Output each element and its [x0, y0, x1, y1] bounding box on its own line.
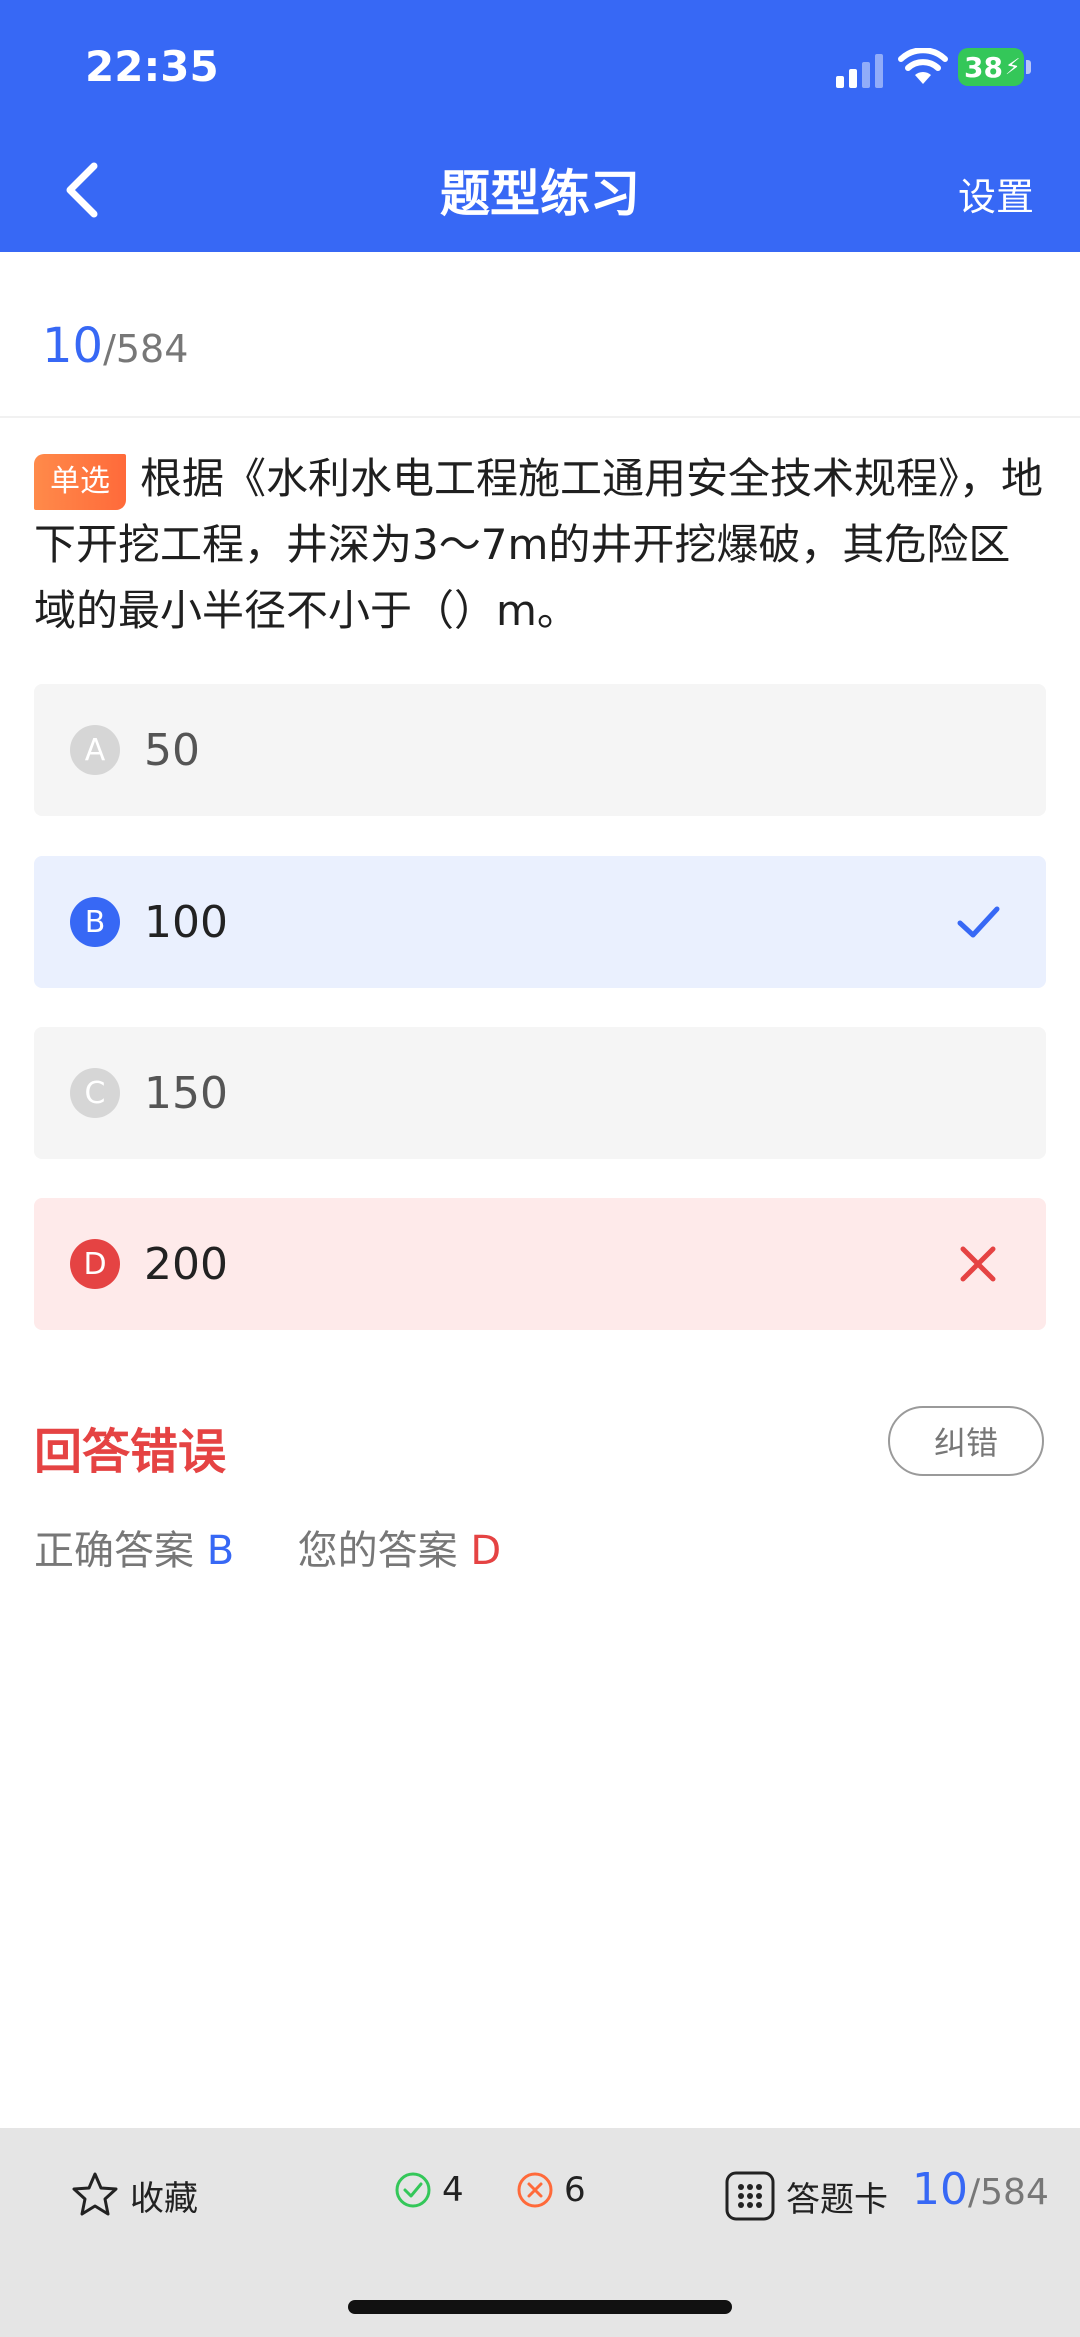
cellular-signal-icon — [836, 54, 883, 88]
result-title: 回答错误 — [34, 1424, 227, 1480]
battery-indicator: 38 ⚡ — [958, 48, 1024, 86]
option-letter-d: D — [70, 1239, 120, 1289]
option-d[interactable]: D 200 — [34, 1198, 1046, 1330]
progress-total: /584 — [103, 327, 189, 371]
star-icon — [72, 2172, 118, 2216]
option-letter-b: B — [70, 897, 120, 947]
question-progress: 10/584 — [42, 318, 188, 374]
option-b[interactable]: B 100 — [34, 856, 1046, 988]
bottom-progress-total: /584 — [968, 2172, 1049, 2213]
answer-summary: 正确答案 B 您的答案 D — [34, 1518, 501, 1576]
page-title: 题型练习 — [440, 165, 640, 223]
divider — [0, 416, 1080, 418]
correct-answer-value: B — [206, 1528, 235, 1574]
wrong-count-value: 6 — [564, 2170, 586, 2210]
settings-button[interactable]: 设置 — [958, 166, 1034, 221]
report-error-button[interactable]: 纠错 — [888, 1406, 1044, 1476]
wrong-count: 6 — [516, 2170, 586, 2210]
battery-cap — [1026, 60, 1031, 74]
option-text-c: 150 — [144, 1067, 228, 1119]
your-answer-label: 您的答案 — [297, 1528, 458, 1574]
status-time: 22:35 — [85, 42, 219, 91]
question-text: 根据《水利水电工程施工通用安全技术规程》，地下开挖工程，井深为3～7m的井开挖爆… — [34, 454, 1044, 635]
charging-bolt-icon: ⚡ — [1004, 54, 1021, 80]
grid-card-icon — [725, 2171, 775, 2221]
correct-count: 4 — [394, 2170, 464, 2210]
option-text-a: 50 — [144, 724, 200, 776]
bottom-progress-current: 10 — [912, 2164, 968, 2215]
wifi-icon — [898, 48, 948, 84]
bottom-progress: 10/584 — [912, 2164, 1049, 2215]
question-text-block: 单选 根据《水利水电工程施工通用安全技术规程》，地下开挖工程，井深为3～7m的井开… — [34, 446, 1044, 644]
option-text-d: 200 — [144, 1238, 228, 1290]
cross-icon — [960, 1246, 996, 1282]
check-circle-icon — [395, 2172, 431, 2208]
app-header: 22:35 38 ⚡ 题型练习 设置 — [0, 0, 1080, 252]
correct-answer-label: 正确答案 — [34, 1528, 194, 1574]
checkmark-icon — [957, 906, 1000, 938]
home-indicator — [348, 2300, 732, 2314]
correct-count-value: 4 — [442, 2170, 464, 2210]
question-type-tag: 单选 — [34, 454, 126, 510]
option-a[interactable]: A 50 — [34, 684, 1046, 816]
answer-card-button[interactable]: 答题卡 — [724, 2170, 888, 2222]
favorite-button[interactable]: 收藏 — [70, 2170, 198, 2220]
progress-current: 10 — [42, 318, 104, 374]
option-letter-c: C — [70, 1068, 120, 1118]
option-text-b: 100 — [144, 896, 228, 948]
option-c[interactable]: C 150 — [34, 1027, 1046, 1159]
answer-card-label: 答题卡 — [786, 2179, 888, 2220]
your-answer-value: D — [470, 1528, 502, 1574]
x-circle-icon — [517, 2172, 553, 2208]
option-letter-a: A — [70, 725, 120, 775]
favorite-label: 收藏 — [130, 2178, 198, 2219]
battery-level: 38 — [964, 50, 1003, 84]
